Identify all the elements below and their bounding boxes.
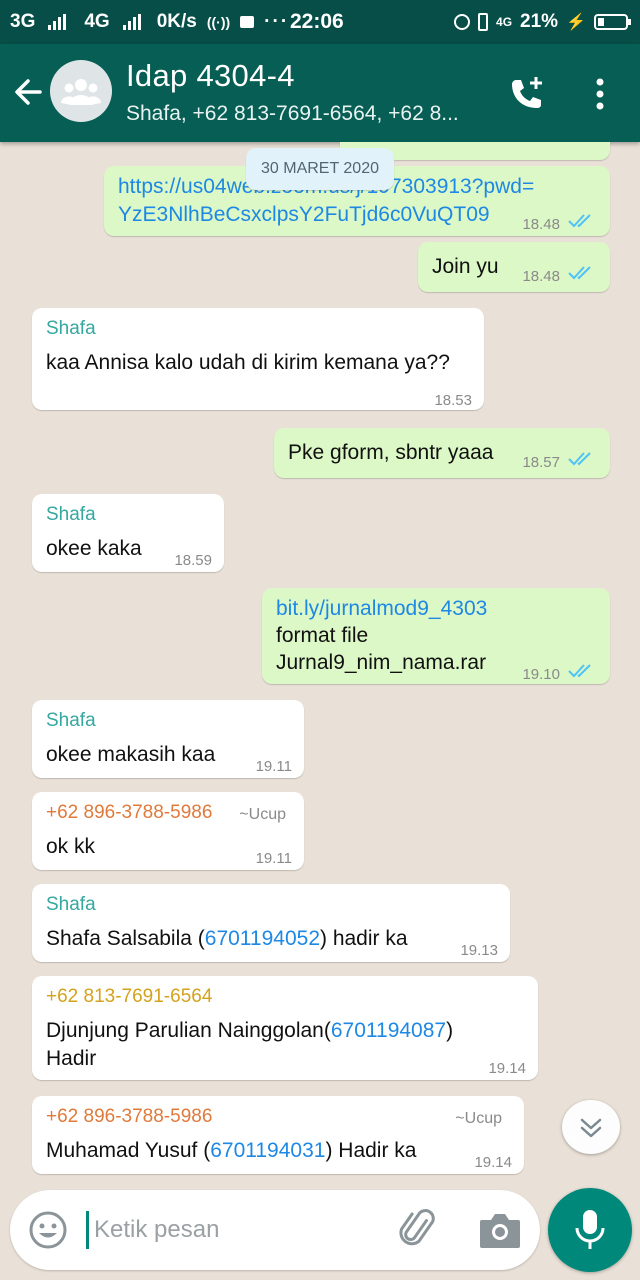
camera-icon[interactable] bbox=[478, 1210, 522, 1250]
mic-button[interactable] bbox=[548, 1188, 632, 1272]
sender-phone[interactable]: +62 896-3788-5986 bbox=[46, 1102, 212, 1131]
network-4g-label: 4G bbox=[84, 11, 110, 32]
sender-pushname: ~Ucup bbox=[455, 1110, 502, 1127]
battery-percent: 21% bbox=[520, 11, 559, 32]
message-bubble-out[interactable]: bit.ly/jurnalmod9_4303 format file Jurna… bbox=[262, 588, 610, 684]
message-composer: Ketik pesan bbox=[10, 1190, 540, 1270]
back-arrow-icon[interactable] bbox=[10, 74, 46, 110]
attach-icon[interactable] bbox=[398, 1208, 440, 1252]
network-speed: 0K/s bbox=[156, 11, 197, 32]
phone-number-link[interactable]: 6701194031 bbox=[210, 1139, 325, 1162]
sender-phone[interactable]: +62 896-3788-5986 bbox=[46, 798, 212, 827]
message-link[interactable]: bit.ly/jurnalmod9_4303 bbox=[276, 594, 487, 623]
lte-label: 4G bbox=[496, 15, 513, 29]
message-text: Muhamad Yusuf (6701194031) Hadir ka bbox=[46, 1136, 416, 1165]
message-text: Djunjung Parulian Nainggolan(6701194087) bbox=[46, 1016, 453, 1045]
message-text-part: ) bbox=[446, 1019, 454, 1042]
charging-icon: ⚡ bbox=[566, 14, 586, 31]
double-check-icon bbox=[568, 214, 591, 228]
group-title[interactable]: Idap 4304-4 bbox=[126, 58, 295, 94]
scroll-down-icon bbox=[580, 1118, 602, 1138]
hotspot-icon: ((·)) bbox=[206, 14, 231, 30]
double-check-icon bbox=[568, 266, 591, 280]
vibrate-icon bbox=[478, 13, 489, 31]
message-time: 18.57 bbox=[522, 454, 560, 471]
message-time: 19.13 bbox=[460, 942, 498, 959]
message-text-part: ) Hadir ka bbox=[325, 1139, 417, 1162]
battery-icon bbox=[594, 14, 631, 30]
sender-name[interactable]: Shafa bbox=[46, 314, 96, 343]
message-text: Pke gform, sbntr yaaa bbox=[288, 441, 494, 464]
scroll-down-button[interactable] bbox=[562, 1100, 620, 1154]
sender-name[interactable]: Shafa bbox=[46, 890, 96, 919]
signal-icon bbox=[48, 14, 67, 30]
alarm-icon bbox=[454, 14, 471, 30]
add-call-icon[interactable] bbox=[506, 74, 546, 114]
message-bubble-in[interactable]: +62 896-3788-5986 ~Ucup ok kk 19.11 bbox=[32, 792, 304, 870]
message-text: okee kaka bbox=[46, 537, 142, 560]
message-input[interactable]: Ketik pesan bbox=[94, 1216, 219, 1244]
message-text: format file bbox=[276, 624, 369, 647]
message-bubble-in[interactable]: Shafa okee kaka 18.59 bbox=[32, 494, 224, 572]
emoji-icon[interactable] bbox=[28, 1210, 68, 1250]
message-text: ok kk bbox=[46, 835, 96, 858]
message-bubble-out[interactable]: Pke gform, sbntr yaaa 18.57 bbox=[274, 428, 610, 478]
message-time: 18.48 bbox=[522, 216, 560, 233]
message-text-part: Muhamad Yusuf ( bbox=[46, 1139, 211, 1162]
message-text: Join yu bbox=[432, 255, 499, 278]
sender-phone[interactable]: +62 813-7691-6564 bbox=[46, 982, 212, 1011]
message-text: kaa Annisa kalo udah di kirim kemana ya?… bbox=[46, 351, 450, 374]
message-text-line3: Jurnal9_nim_nama.rar bbox=[276, 651, 487, 674]
message-bubble-in[interactable]: +62 896-3788-5986 ~Ucup Muhamad Yusuf (6… bbox=[32, 1096, 524, 1174]
signal-icon-2 bbox=[122, 14, 141, 30]
message-bubble-in[interactable]: +62 813-7691-6564 Djunjung Parulian Nain… bbox=[32, 976, 538, 1080]
message-time: 19.10 bbox=[522, 666, 560, 683]
sender-pushname: ~Ucup bbox=[239, 806, 286, 823]
chat-header: Idap 4304-4 Shafa, +62 813-7691-6564, +6… bbox=[0, 44, 640, 142]
video-icon bbox=[240, 16, 255, 28]
message-time: 19.11 bbox=[255, 850, 292, 867]
message-time: 18.48 bbox=[522, 268, 560, 285]
mic-icon bbox=[575, 1210, 605, 1249]
date-chip: 30 MARET 2020 bbox=[246, 148, 394, 190]
message-bubble-out[interactable]: Join yu 18.48 bbox=[418, 242, 610, 292]
double-check-icon bbox=[568, 452, 591, 466]
clock: 22:06 bbox=[290, 10, 344, 33]
group-members[interactable]: Shafa, +62 813-7691-6564, +62 8... bbox=[126, 102, 459, 126]
message-time: 18.59 bbox=[174, 552, 212, 569]
message-time: 18.53 bbox=[434, 392, 472, 409]
message-time: 19.11 bbox=[255, 758, 292, 775]
sender-name[interactable]: Shafa bbox=[46, 706, 96, 735]
message-time: 19.14 bbox=[474, 1154, 512, 1171]
message-bubble-in[interactable]: Shafa okee makasih kaa 19.11 bbox=[32, 700, 304, 778]
phone-number-link[interactable]: 6701194087 bbox=[331, 1019, 446, 1042]
message-link-cont[interactable]: YzE3NlhBeCsxclpsY2FuTjd6c0VuQT09 bbox=[118, 200, 490, 229]
double-check-icon bbox=[568, 664, 591, 678]
message-text: Shafa Salsabila (6701194052) hadir ka bbox=[46, 924, 408, 953]
message-text-line2: Hadir bbox=[46, 1047, 97, 1070]
message-text: okee makasih kaa bbox=[46, 743, 216, 766]
phone-number-link[interactable]: 6701194052 bbox=[205, 927, 320, 950]
message-text-part: ) hadir ka bbox=[320, 927, 408, 950]
message-text-part: Djunjung Parulian Nainggolan( bbox=[46, 1019, 331, 1042]
sender-name[interactable]: Shafa bbox=[46, 500, 96, 529]
network-3g-label: 3G bbox=[10, 11, 36, 32]
message-list[interactable]: https://us04web.zoom.us/j/197303913?pwd=… bbox=[0, 142, 640, 1182]
text-cursor bbox=[86, 1211, 89, 1249]
message-time: 19.14 bbox=[488, 1060, 526, 1077]
message-bubble-in[interactable]: Shafa kaa Annisa kalo udah di kirim kema… bbox=[32, 308, 484, 410]
message-bubble-in[interactable]: Shafa Shafa Salsabila (6701194052) hadir… bbox=[32, 884, 510, 962]
more-vert-icon[interactable] bbox=[588, 76, 612, 112]
more-notifications-icon: ··· bbox=[264, 11, 290, 32]
message-text-part: Shafa Salsabila ( bbox=[46, 927, 205, 950]
status-bar: 3G 4G 0K/s ((·)) ··· 22:06 4G 21% ⚡ bbox=[0, 0, 640, 44]
group-avatar-icon[interactable] bbox=[50, 60, 112, 122]
